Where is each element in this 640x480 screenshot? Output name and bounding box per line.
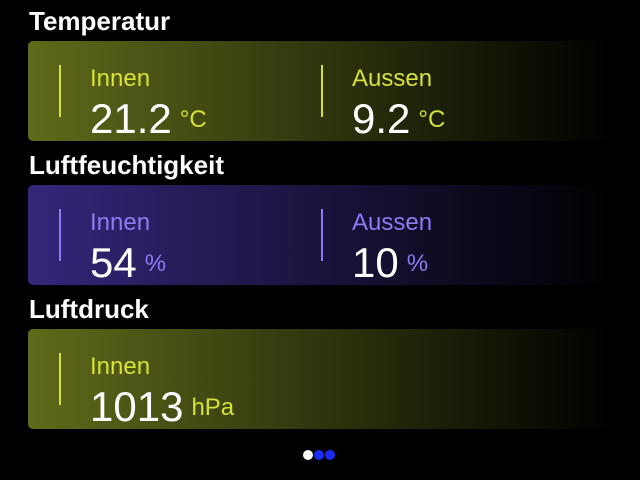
- humidity-inside-unit: %: [144, 250, 167, 277]
- pressure-inside-unit: hPa: [191, 394, 235, 421]
- humidity-card: Innen 54% Aussen 10%: [28, 185, 612, 286]
- temperature-title: Temperatur: [29, 6, 171, 36]
- temperature-inside-label: Innen: [90, 65, 151, 92]
- temperature-inside-unit: °C: [179, 106, 207, 133]
- page-dot-1[interactable]: [303, 450, 313, 460]
- pressure-card: Innen 1013 hPa: [28, 329, 612, 430]
- temperature-inside-value: 21.2: [90, 95, 172, 142]
- page-dot-2[interactable]: [314, 450, 324, 460]
- temperature-card: Innen 21.2 °C Aussen 9.2 °C: [28, 41, 612, 142]
- humidity-outside-label: Aussen: [352, 209, 433, 236]
- temperature-outside-value: 9.2: [352, 95, 411, 142]
- temperature-outside-accent-bar: [321, 65, 323, 117]
- humidity-inside-label: Innen: [90, 209, 151, 236]
- humidity-outside-unit: %: [406, 250, 429, 277]
- humidity-inside-accent-bar: [59, 209, 61, 261]
- humidity-inside-value: 54: [90, 239, 137, 286]
- temperature-inside-accent-bar: [59, 65, 61, 117]
- humidity-title: Luftfeuchtigkeit: [29, 150, 224, 180]
- pressure-inside-accent-bar: [59, 353, 61, 405]
- page-dot-3[interactable]: [325, 450, 335, 460]
- temperature-outside-unit: °C: [418, 106, 446, 133]
- page-indicator: [302, 449, 338, 461]
- pressure-inside-value: 1013: [90, 383, 184, 430]
- humidity-outside-accent-bar: [321, 209, 323, 261]
- pressure-title: Luftdruck: [29, 294, 149, 324]
- pressure-inside-label: Innen: [90, 353, 151, 380]
- humidity-outside-value: 10: [352, 239, 399, 286]
- temperature-outside-label: Aussen: [352, 65, 433, 92]
